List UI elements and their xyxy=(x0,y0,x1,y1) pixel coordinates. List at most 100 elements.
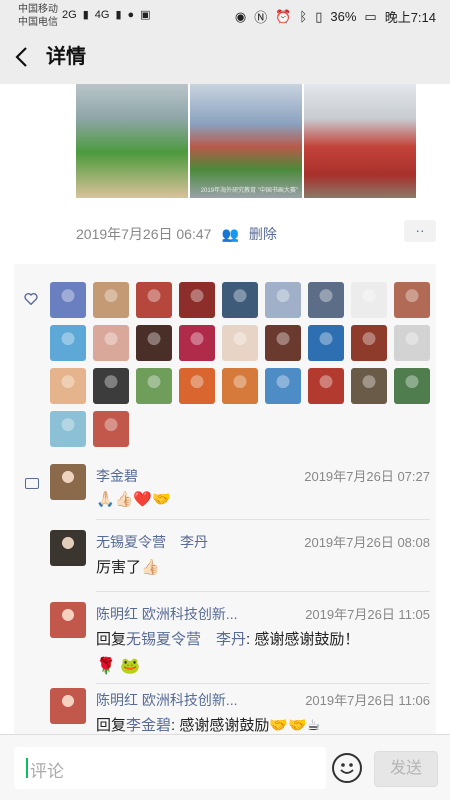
likes-comments-panel: 李金碧 2019年7月26日 07:27 🙏🏻👍🏻❤️🤝 无锡夏令营 李丹 20… xyxy=(14,264,436,734)
reply-prefix: 回复 xyxy=(96,631,127,648)
comment-input[interactable]: 评论 xyxy=(14,747,326,789)
comment-time: 2019年7月26日 08:08 xyxy=(304,535,430,550)
like-avatar[interactable] xyxy=(394,368,430,404)
divider xyxy=(96,519,430,520)
like-avatar[interactable] xyxy=(50,282,86,318)
comment-placeholder: 评论 xyxy=(30,762,64,781)
comment-time: 2019年7月26日 07:27 xyxy=(304,469,430,484)
nav-bar: 详情 xyxy=(0,32,450,84)
like-avatar[interactable] xyxy=(50,411,86,447)
like-avatar[interactable] xyxy=(179,325,215,361)
like-avatar[interactable] xyxy=(179,368,215,404)
like-avatar[interactable] xyxy=(136,282,172,318)
alarm-icon: ⏰ xyxy=(275,8,292,24)
like-avatar[interactable] xyxy=(136,368,172,404)
battery-percent: 36% xyxy=(330,9,357,24)
reply-body: : 感谢感谢鼓励！ xyxy=(246,631,360,648)
comment-author[interactable]: 陈明红 欧洲科技创新... xyxy=(96,690,238,710)
comment-text: 厉害了👍🏻 xyxy=(96,559,160,576)
moment-detail: 2019年海外研究教育 "中国书画大赛" 2019年7月26日 06:47 👥 … xyxy=(0,84,450,734)
comment-text: 回复无锡夏令营 李丹: 感谢感谢鼓励！ xyxy=(96,628,359,649)
like-avatar[interactable] xyxy=(351,282,387,318)
like-avatar[interactable] xyxy=(93,282,129,318)
comment-author[interactable]: 无锡夏令营 李丹 xyxy=(96,532,208,552)
reply-body: : 感谢感谢鼓励🤝🤝☕ xyxy=(171,717,321,734)
nfc-icon: Ⓝ xyxy=(254,10,268,25)
divider xyxy=(96,683,430,684)
like-avatar[interactable] xyxy=(394,325,430,361)
send-button[interactable]: 发送 xyxy=(374,751,438,787)
comment-text: 🙏🏻👍🏻❤️🤝 xyxy=(96,491,171,508)
battery-icon: ▭ xyxy=(364,8,377,24)
avatar[interactable] xyxy=(50,464,86,500)
eye-icon: ◉ xyxy=(234,8,247,24)
comment-author[interactable]: 陈明红 欧洲科技创新... xyxy=(96,604,238,624)
comment-time: 2019年7月26日 11:05 xyxy=(305,607,430,622)
photo-caption: 2019年海外研究教育 "中国书画大赛" xyxy=(200,188,298,194)
reply-target[interactable]: 无锡夏令营 李丹 xyxy=(126,631,246,648)
comment-item[interactable]: 陈明红 欧洲科技创新... 2019年7月26日 11:06 回复李金碧: 感谢… xyxy=(50,688,430,734)
carrier-2: 中国电信 xyxy=(18,17,58,28)
delete-button[interactable]: 删除 xyxy=(249,224,277,244)
comment-emoji: 🌹 🐸 xyxy=(96,658,141,675)
likes-avatar-grid xyxy=(50,282,434,447)
like-avatar[interactable] xyxy=(265,282,301,318)
back-button[interactable] xyxy=(14,44,38,70)
visibility-icon: 👥 xyxy=(221,225,239,242)
avatar[interactable] xyxy=(50,688,86,724)
like-avatar[interactable] xyxy=(222,368,258,404)
photo-1[interactable] xyxy=(76,84,188,198)
photo-grid: 2019年海外研究教育 "中国书画大赛" xyxy=(76,84,416,200)
like-avatar[interactable] xyxy=(179,282,215,318)
like-avatar[interactable] xyxy=(50,368,86,404)
photo-3[interactable] xyxy=(304,84,416,198)
wechat-notification-icon: ● xyxy=(127,8,135,21)
like-avatar[interactable] xyxy=(93,325,129,361)
reply-target[interactable]: 李金碧 xyxy=(126,717,171,734)
like-avatar[interactable] xyxy=(222,325,258,361)
like-avatar[interactable] xyxy=(308,325,344,361)
signal-icon: ▮ xyxy=(82,9,89,21)
comment-text: 回复李金碧: 感谢感谢鼓励🤝🤝☕ xyxy=(96,714,320,734)
comment-icon xyxy=(25,478,39,489)
photo-2[interactable]: 2019年海外研究教育 "中国书画大赛" xyxy=(190,84,302,198)
comment-item[interactable]: 无锡夏令营 李丹 2019年7月26日 08:08 厉害了👍🏻 xyxy=(50,530,430,592)
comment-input-bar: 评论 发送 xyxy=(0,734,450,800)
comment-item[interactable]: 李金碧 2019年7月26日 07:27 🙏🏻👍🏻❤️🤝 xyxy=(50,464,430,520)
page-title: 详情 xyxy=(46,46,86,68)
network-4g: 4G xyxy=(94,8,110,21)
like-avatar[interactable] xyxy=(308,368,344,404)
reply-prefix: 回复 xyxy=(96,717,127,734)
status-right: ◉ Ⓝ ⏰ ᛒ ▯ 36% ▭ 晚上7:14 xyxy=(235,7,436,26)
like-avatar[interactable] xyxy=(265,368,301,404)
avatar[interactable] xyxy=(50,602,86,638)
post-meta: 2019年7月26日 06:47 👥 删除 xyxy=(76,224,277,244)
avatar[interactable] xyxy=(50,530,86,566)
bluetooth-icon: ᛒ xyxy=(299,9,308,24)
emoji-button[interactable] xyxy=(332,753,362,783)
like-avatar[interactable] xyxy=(50,325,86,361)
like-avatar[interactable] xyxy=(93,368,129,404)
like-avatar[interactable] xyxy=(136,325,172,361)
like-avatar[interactable] xyxy=(308,282,344,318)
heart-outline-icon xyxy=(24,293,38,305)
like-avatar[interactable] xyxy=(222,282,258,318)
more-actions-button[interactable]: ·· xyxy=(404,220,436,242)
text-caret xyxy=(26,758,28,778)
divider xyxy=(96,591,430,592)
signal-icon: ▮ xyxy=(115,9,122,21)
like-avatar[interactable] xyxy=(93,411,129,447)
network-indicators: 2G ▮ 4G ▮ ● ▣ xyxy=(62,8,151,22)
like-avatar[interactable] xyxy=(351,325,387,361)
status-bar: 中国移动 中国电信 2G ▮ 4G ▮ ● ▣ ◉ Ⓝ ⏰ ᛒ ▯ 36% ▭ … xyxy=(0,0,450,32)
like-avatar[interactable] xyxy=(265,325,301,361)
comment-item[interactable]: 陈明红 欧洲科技创新... 2019年7月26日 11:05 回复无锡夏令营 李… xyxy=(50,602,430,684)
wifi-icon: ▯ xyxy=(315,8,323,24)
chevron-left-icon xyxy=(15,47,27,67)
like-avatar[interactable] xyxy=(351,368,387,404)
like-avatar[interactable] xyxy=(394,282,430,318)
network-2g: 2G xyxy=(62,8,77,21)
app-notification-icon: ▣ xyxy=(140,9,151,21)
clock: 晚上7:14 xyxy=(384,10,436,25)
comment-author[interactable]: 李金碧 xyxy=(96,466,138,486)
